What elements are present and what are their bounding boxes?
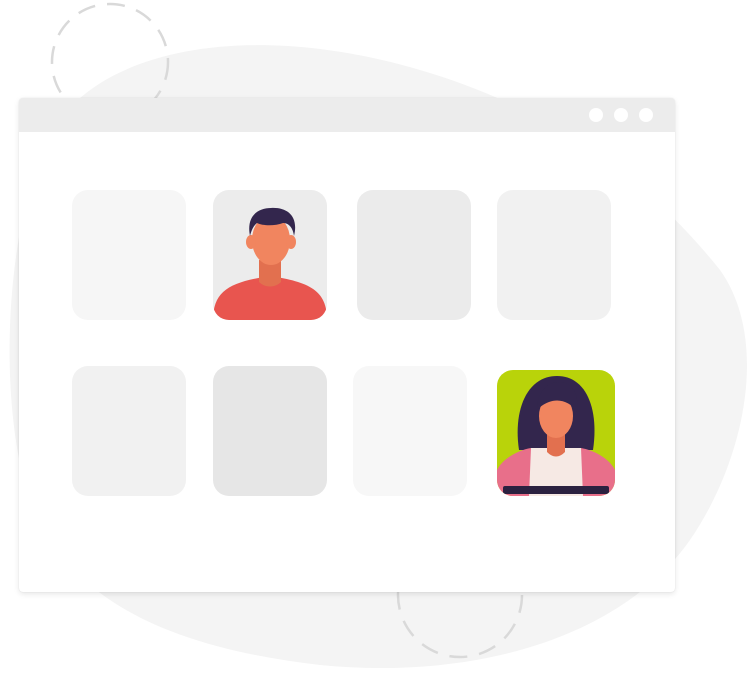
participant-tile-empty[interactable] (72, 366, 186, 496)
browser-window (19, 98, 675, 592)
participant-tile-empty[interactable] (72, 190, 186, 320)
participant-tile-empty[interactable] (353, 366, 467, 496)
participant-tile-empty[interactable] (213, 366, 327, 496)
window-title-bar (19, 98, 675, 132)
window-control-dot[interactable] (589, 108, 603, 122)
participant-tile-empty[interactable] (497, 190, 611, 320)
participant-tile-woman[interactable] (497, 370, 615, 496)
window-controls (589, 108, 653, 122)
window-control-dot[interactable] (614, 108, 628, 122)
man-avatar-icon (213, 207, 327, 320)
woman-avatar-icon (497, 376, 615, 496)
participant-tile-man[interactable] (213, 190, 327, 320)
participant-tile-empty[interactable] (357, 190, 471, 320)
window-control-dot[interactable] (639, 108, 653, 122)
illustration-stage (0, 0, 750, 677)
